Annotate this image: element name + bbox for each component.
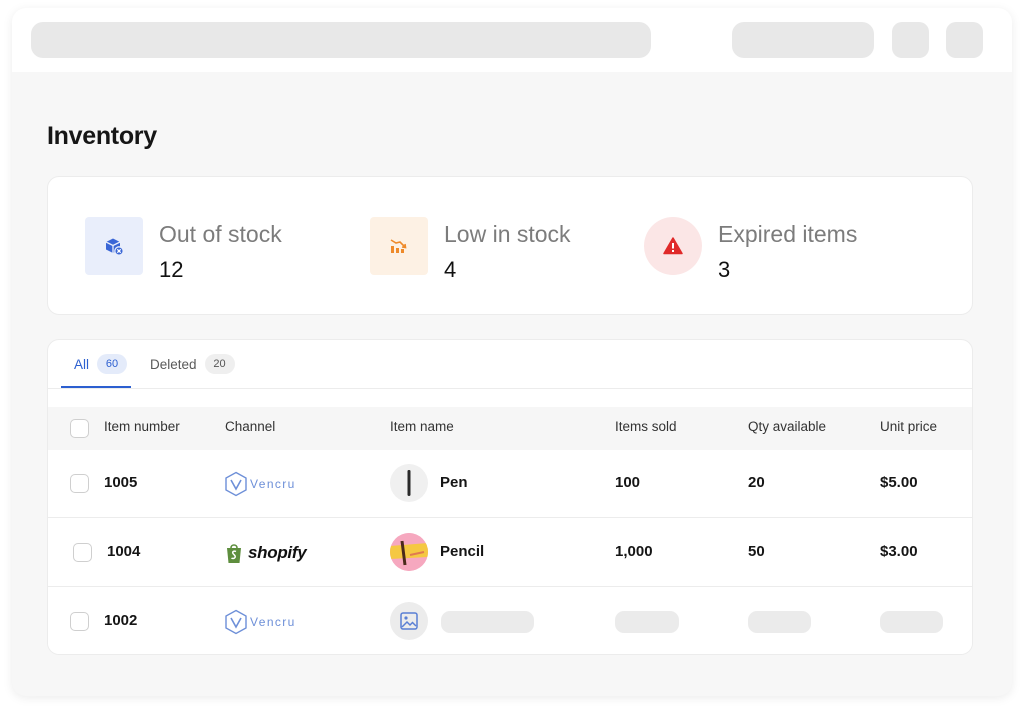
warning-icon — [644, 217, 702, 275]
items-sold: 100 — [615, 474, 641, 491]
column-header: Items sold — [615, 419, 677, 434]
item-name: Pencil — [440, 543, 485, 560]
item-number: 1002 — [104, 612, 138, 629]
column-header: Channel — [225, 419, 276, 434]
stat-value: 12 — [159, 257, 184, 282]
item-number: 1004 — [107, 543, 141, 560]
table-row[interactable]: 1002 Vencru — [48, 588, 972, 654]
column-header: Unit price — [880, 419, 938, 434]
table-header: Item number Channel Item name Items sold… — [48, 407, 972, 450]
stat-value: 3 — [718, 257, 731, 282]
qty-available: 50 — [748, 543, 765, 560]
stats-card: Out of stock 12 Low in stock 4 Expired i… — [47, 176, 973, 315]
app-window: Inventory Out of stock 12 Low in stock 4… — [12, 8, 1012, 696]
row-checkbox[interactable] — [70, 612, 89, 631]
item-number: 1005 — [104, 474, 138, 491]
active-tab-indicator — [61, 386, 131, 388]
items-sold: 1,000 — [615, 543, 653, 560]
header-icon-button-placeholder[interactable] — [892, 22, 929, 58]
shopify-bag-icon — [227, 544, 241, 563]
stat-label: Out of stock — [159, 221, 282, 247]
qty-available: 20 — [748, 474, 765, 491]
top-bar — [12, 8, 1012, 72]
row-checkbox[interactable] — [70, 474, 89, 493]
stat-label: Expired items — [718, 221, 858, 247]
tab-all[interactable]: All 60 — [74, 354, 128, 374]
count-badge: 60 — [97, 354, 128, 374]
tab-bar: All 60 Deleted 20 — [48, 340, 972, 389]
qty-available-skeleton — [748, 611, 811, 633]
item-name: Pen — [440, 474, 468, 491]
channel-name: Vencru — [250, 477, 296, 491]
channel-logo-vencru: Vencru — [224, 468, 296, 500]
tab-deleted[interactable]: Deleted 20 — [150, 354, 235, 374]
items-sold-skeleton — [615, 611, 679, 633]
vencru-logo-icon — [225, 609, 247, 635]
column-header: Item name — [390, 419, 454, 434]
count-badge: 20 — [204, 354, 235, 374]
item-name-skeleton — [441, 611, 534, 633]
chart-decline-icon — [370, 217, 428, 275]
column-header: Qty available — [748, 419, 827, 434]
tab-label: All — [74, 356, 90, 372]
page-title: Inventory — [47, 122, 157, 150]
stat-value: 4 — [444, 257, 457, 282]
channel-name: shopify — [248, 543, 307, 562]
unit-price: $3.00 — [880, 543, 918, 560]
stat-label: Low in stock — [444, 221, 571, 247]
channel-name: Vencru — [250, 615, 296, 629]
channel-logo-vencru: Vencru — [224, 606, 296, 638]
header-button-placeholder[interactable] — [732, 22, 874, 58]
search-bar-placeholder[interactable] — [31, 22, 651, 58]
image-placeholder-icon — [390, 602, 428, 640]
tab-label: Deleted — [150, 356, 197, 372]
table-row[interactable]: 1005 Vencru Pen 100 20 $5.00 — [48, 450, 972, 518]
select-all-checkbox[interactable] — [70, 419, 89, 438]
row-checkbox[interactable] — [73, 543, 92, 562]
unit-price-skeleton — [880, 611, 943, 633]
header-icon-button-placeholder[interactable] — [946, 22, 983, 58]
box-icon — [85, 217, 143, 275]
channel-logo-shopify: shopify — [224, 537, 307, 569]
item-thumbnail-pencil — [390, 533, 428, 571]
table-row[interactable]: 1004 shopify Pencil 1,000 50 $3.00 — [48, 519, 972, 587]
column-header: Item number — [104, 419, 180, 434]
vencru-logo-icon — [225, 471, 247, 497]
unit-price: $5.00 — [880, 474, 918, 491]
inventory-table-card: All 60 Deleted 20 Item number Channel It… — [47, 339, 973, 655]
item-thumbnail-pen — [390, 464, 428, 502]
